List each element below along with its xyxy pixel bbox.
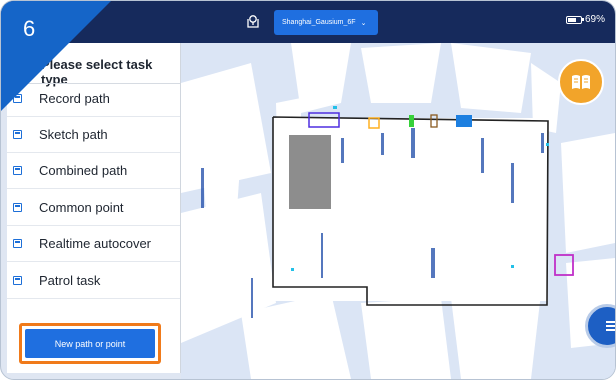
task-item-icon [13, 203, 22, 212]
new-path-or-point-button[interactable]: New path or point [19, 323, 161, 364]
step-number: 6 [23, 16, 36, 41]
step-corner-marker [1, 1, 111, 111]
task-item-label: Sketch path [39, 127, 108, 142]
task-item-sketch-path[interactable]: Sketch path [7, 117, 180, 153]
task-item-label: Patrol task [39, 273, 101, 288]
book-icon[interactable] [558, 59, 604, 105]
task-item-icon [13, 239, 22, 248]
battery-status: 69% [565, 14, 605, 25]
map-view[interactable] [181, 43, 615, 379]
chevron-down-icon: ⌄ [360, 19, 367, 27]
task-item-common-point[interactable]: Common point [7, 190, 180, 226]
battery-icon [565, 15, 584, 24]
map-canvas [181, 43, 615, 379]
task-item-patrol-task[interactable]: Patrol task [7, 263, 180, 299]
task-item-realtime-autocover[interactable]: Realtime autocover [7, 226, 180, 262]
task-item-label: Realtime autocover [39, 236, 151, 251]
task-item-icon [13, 166, 22, 175]
tablet-frame: Shanghai_Gausium_6F ⌄ 69% 6 Please selec… [0, 0, 616, 380]
task-item-icon [13, 130, 22, 139]
task-item-icon [13, 276, 22, 285]
battery-percent: 69% [584, 14, 605, 25]
task-item-combined-path[interactable]: Combined path [7, 153, 180, 189]
site-selector-dropdown[interactable]: Shanghai_Gausium_6F ⌄ [274, 10, 378, 35]
task-item-label: Common point [39, 200, 124, 215]
site-selector-value: Shanghai_Gausium_6F [282, 19, 356, 26]
location-map-icon[interactable] [245, 13, 261, 34]
new-path-or-point-label: New path or point [25, 329, 155, 358]
task-item-label: Combined path [39, 163, 128, 178]
